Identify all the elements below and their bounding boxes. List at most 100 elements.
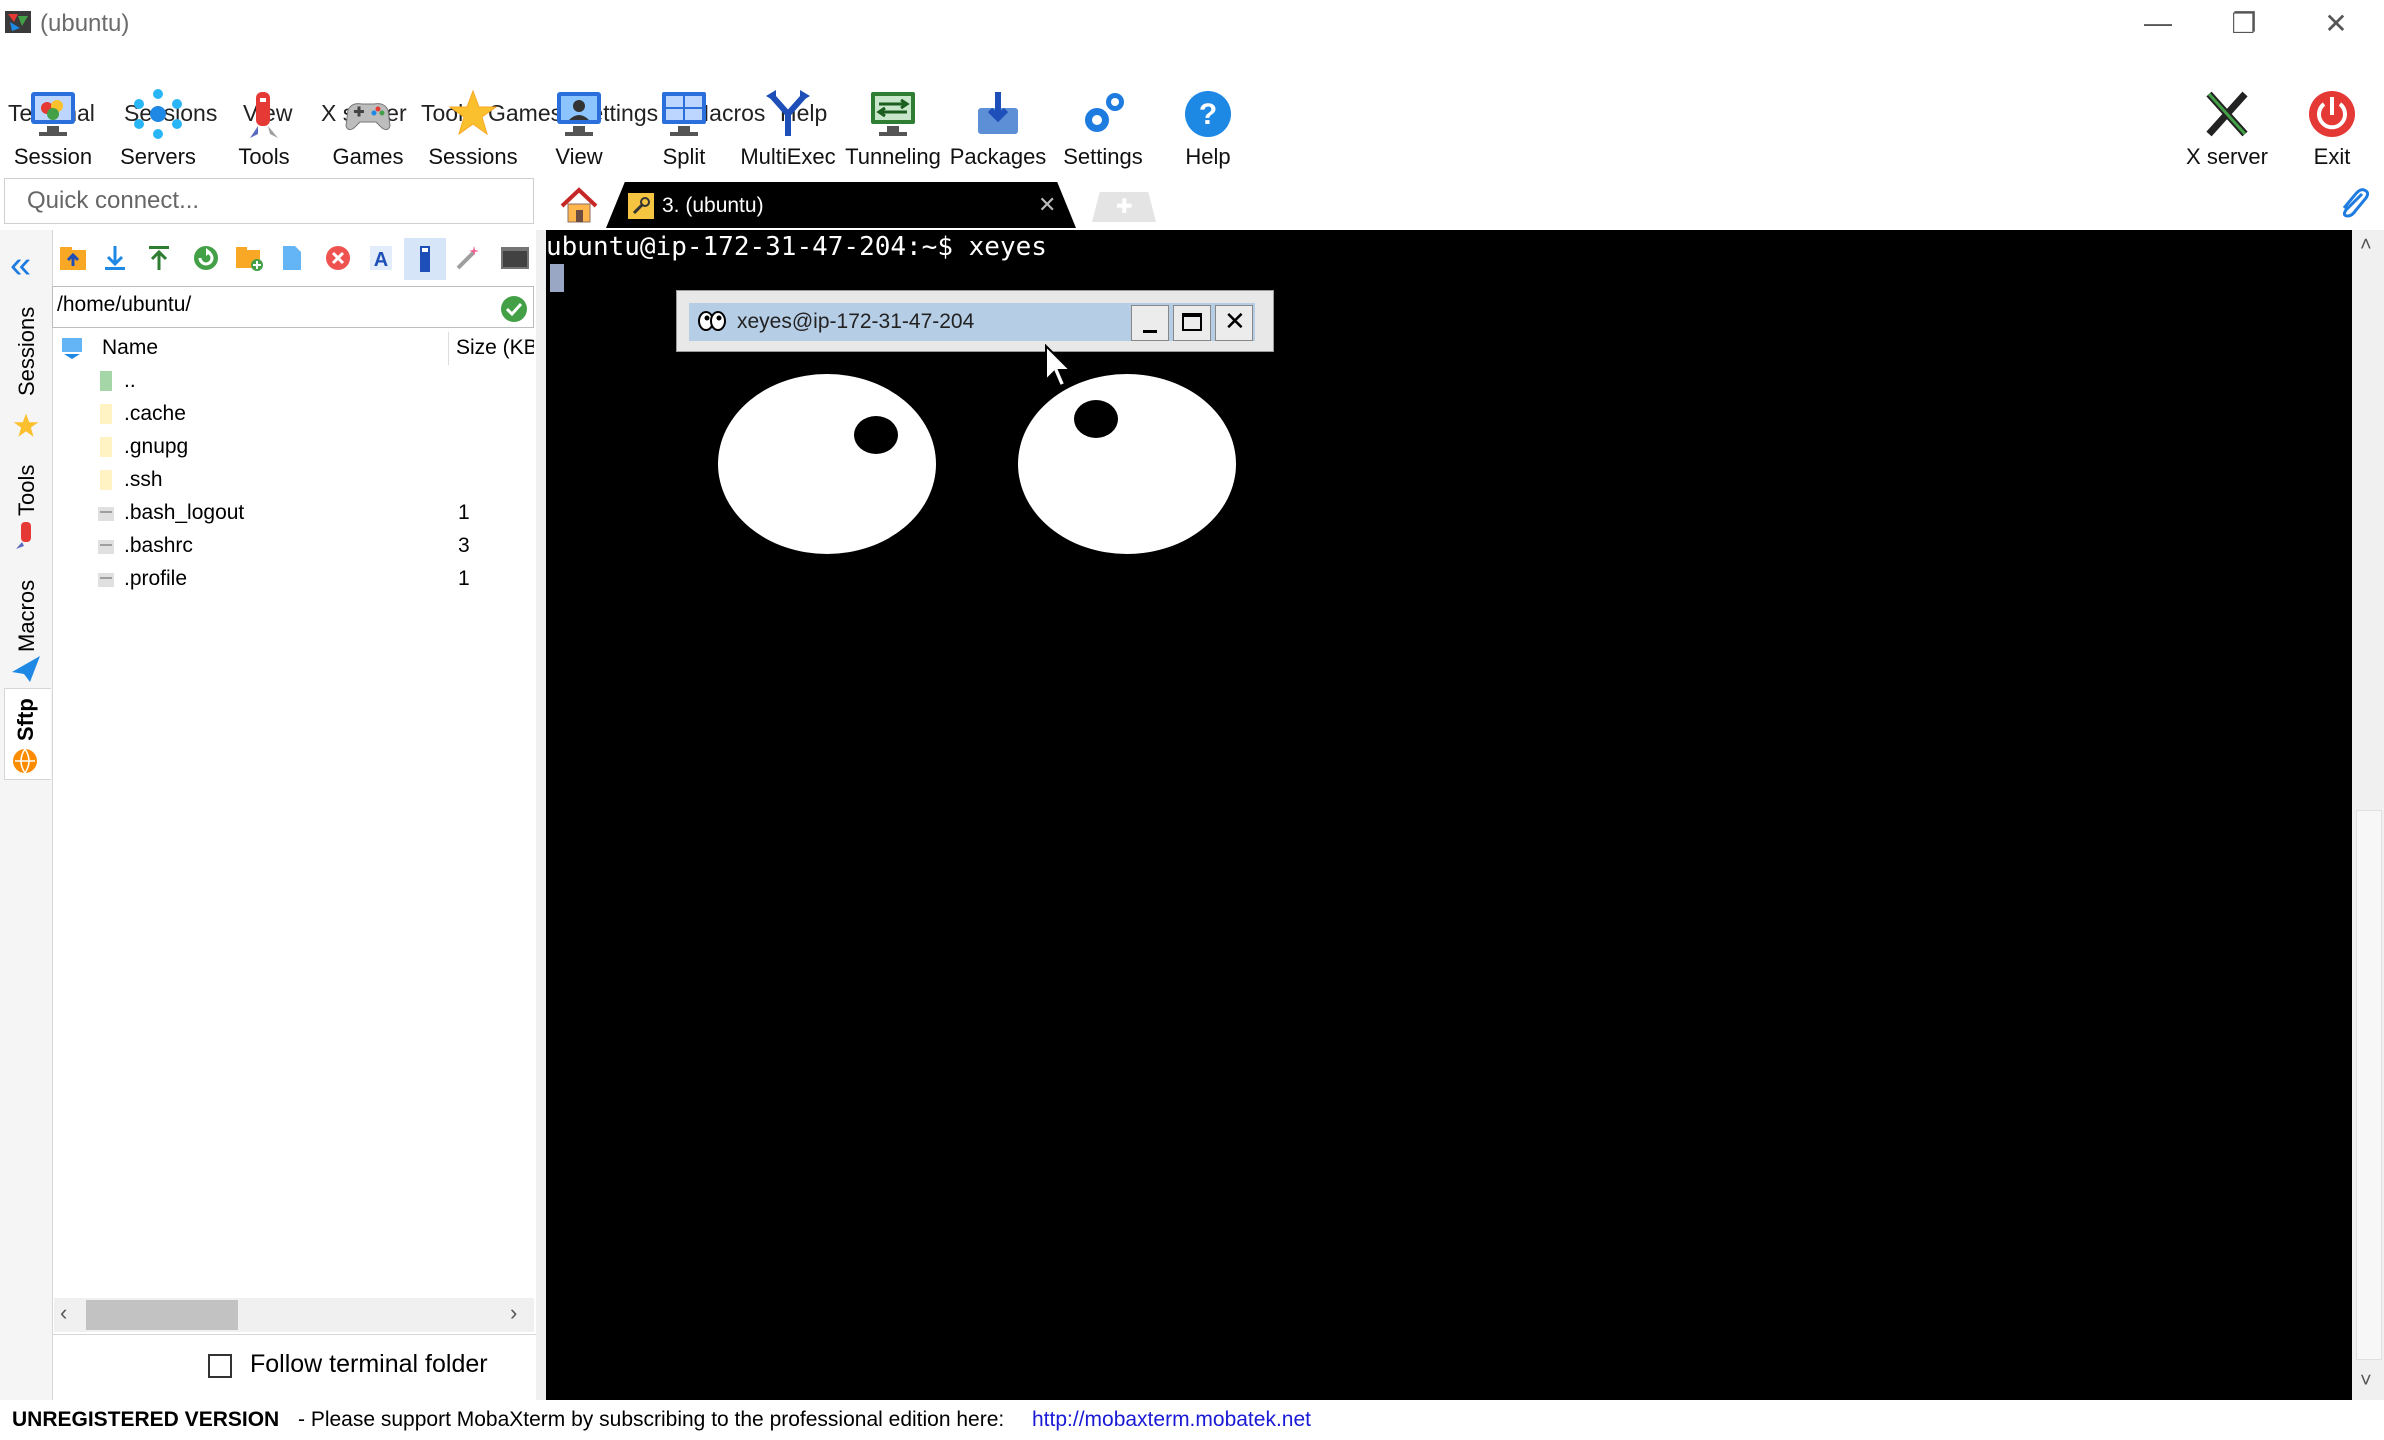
toolbar-multiexec-label: MultiExec bbox=[740, 144, 836, 169]
file-row[interactable]: .bash_logout 1 bbox=[52, 497, 534, 530]
xeyes-window[interactable]: xeyes@ip-172-31-47-204 ✕ bbox=[676, 290, 1274, 352]
refresh-icon[interactable] bbox=[192, 244, 220, 272]
magic-wand-icon[interactable] bbox=[454, 244, 482, 272]
macros-paper-plane-icon bbox=[12, 656, 40, 682]
toolbar-tools-button[interactable]: Tools bbox=[212, 88, 316, 174]
tab-close-icon[interactable]: ✕ bbox=[1038, 192, 1056, 218]
quick-connect-input[interactable]: Quick connect... bbox=[4, 178, 534, 224]
file-row[interactable]: .cache bbox=[52, 398, 534, 431]
wrench-icon bbox=[628, 193, 654, 219]
terminal-icon[interactable] bbox=[500, 246, 530, 270]
toolbar-tools-label: Tools bbox=[238, 144, 290, 169]
toolbar-multiexec-button[interactable]: MultiExec bbox=[736, 88, 840, 174]
restore-button[interactable]: ❐ bbox=[2198, 0, 2290, 46]
file-row[interactable]: .profile 1 bbox=[52, 563, 534, 596]
mobatek-link[interactable]: http://mobaxterm.mobatek.net bbox=[1032, 1408, 1311, 1432]
toolbar-x-server-button[interactable]: X server bbox=[2175, 88, 2279, 174]
file-row[interactable]: .. bbox=[52, 365, 534, 398]
file-size: 3 bbox=[458, 534, 470, 557]
toolbar-tunneling-button[interactable]: Tunneling bbox=[841, 88, 945, 174]
toolbar-games-button[interactable]: Games bbox=[316, 88, 420, 174]
svg-text:A: A bbox=[374, 249, 388, 271]
new-folder-icon[interactable] bbox=[234, 244, 264, 272]
panel-splitter[interactable] bbox=[536, 230, 546, 1400]
terminal-cursor bbox=[550, 264, 564, 292]
power-icon bbox=[2309, 91, 2355, 137]
file-row[interactable]: .gnupg bbox=[52, 431, 534, 464]
toolbar-games-label: Games bbox=[332, 144, 404, 169]
help-icon: ? bbox=[1185, 91, 1231, 137]
xeyes-maximize-button[interactable] bbox=[1173, 305, 1211, 341]
path-ok-icon[interactable] bbox=[500, 295, 528, 323]
folder-icon bbox=[100, 404, 112, 424]
toolbar-tunneling-label: Tunneling bbox=[845, 144, 941, 169]
download-icon[interactable] bbox=[102, 244, 128, 272]
toolbar-help-button[interactable]: ? Help bbox=[1156, 88, 1260, 174]
file-name: .. bbox=[124, 369, 136, 392]
status-bar: UNREGISTERED VERSION - Please support Mo… bbox=[0, 1400, 2384, 1440]
file-icon bbox=[98, 540, 114, 554]
xeyes-left-pupil bbox=[854, 416, 898, 454]
scrollbar-thumb[interactable] bbox=[86, 1300, 238, 1330]
scroll-right-icon[interactable]: › bbox=[510, 1300, 517, 1326]
file-row[interactable]: .bashrc 3 bbox=[52, 530, 534, 563]
terminal-area[interactable]: ubuntu@ip-172-31-47-204:~$ xeyes xeyes@i… bbox=[546, 230, 2352, 1400]
games-icon bbox=[345, 103, 391, 131]
scroll-up-icon[interactable]: ˄ bbox=[2360, 234, 2372, 257]
scroll-down-icon[interactable]: ˅ bbox=[2360, 1370, 2372, 1393]
close-button[interactable]: ✕ bbox=[2290, 0, 2382, 46]
home-tab-icon[interactable] bbox=[556, 184, 602, 226]
xeyes-title: xeyes@ip-172-31-47-204 bbox=[737, 310, 975, 333]
toolbar-settings-button[interactable]: Settings bbox=[1051, 88, 1155, 174]
scrollbar-thumb[interactable] bbox=[2356, 810, 2382, 1360]
toolbar-sessions-label: Sessions bbox=[428, 144, 518, 169]
xeyes-titlebar[interactable]: xeyes@ip-172-31-47-204 ✕ bbox=[689, 303, 1255, 341]
rename-icon[interactable]: A bbox=[368, 244, 394, 272]
column-size-header[interactable]: Size (KB) bbox=[456, 336, 534, 360]
toolbar-view-button[interactable]: View bbox=[527, 88, 631, 174]
collapse-panel-icon[interactable]: « bbox=[10, 246, 31, 284]
toolbar-split-button[interactable]: Split bbox=[632, 88, 736, 174]
follow-folder-checkbox[interactable] bbox=[208, 1354, 232, 1378]
properties-button[interactable] bbox=[404, 238, 446, 280]
toolbar-session-button[interactable]: Session bbox=[1, 88, 105, 174]
parent-folder-icon[interactable] bbox=[58, 244, 88, 272]
side-tab-tools[interactable]: Tools bbox=[4, 450, 50, 520]
toolbar-packages-button[interactable]: Packages bbox=[946, 88, 1050, 174]
svg-text:?: ? bbox=[1199, 98, 1217, 131]
sftp-globe-icon bbox=[13, 748, 37, 775]
upload-icon[interactable] bbox=[146, 244, 172, 272]
unregistered-label: UNREGISTERED VERSION bbox=[12, 1408, 280, 1431]
xeyes-minimize-button[interactable] bbox=[1131, 305, 1169, 341]
side-tab-sessions[interactable]: Sessions bbox=[4, 307, 50, 400]
side-tab-sftp[interactable]: Sftp bbox=[4, 688, 51, 780]
column-name-header[interactable]: Name bbox=[102, 336, 158, 360]
session-icon bbox=[31, 92, 75, 136]
folder-icon bbox=[100, 470, 112, 490]
side-tab-macros[interactable]: Macros bbox=[4, 568, 50, 656]
packages-icon bbox=[978, 92, 1018, 134]
divider bbox=[52, 1334, 536, 1335]
scroll-left-icon[interactable]: ‹ bbox=[60, 1300, 67, 1326]
file-name: .profile bbox=[124, 567, 188, 590]
gears-icon bbox=[1085, 93, 1124, 132]
new-file-icon[interactable] bbox=[280, 244, 304, 272]
tunneling-icon bbox=[871, 92, 915, 136]
horizontal-scrollbar[interactable]: ‹ › bbox=[54, 1298, 534, 1332]
xeyes-close-button[interactable]: ✕ bbox=[1215, 305, 1253, 341]
toolbar-servers-button[interactable]: Servers bbox=[106, 88, 210, 174]
plus-icon: ✚ bbox=[1116, 196, 1133, 218]
new-tab-button[interactable]: ✚ bbox=[1092, 192, 1156, 222]
folder-icon bbox=[100, 437, 112, 457]
toolbar-exit-button[interactable]: Exit bbox=[2280, 88, 2384, 174]
tab-ubuntu-session[interactable]: 3. (ubuntu) ✕ bbox=[606, 182, 1076, 228]
sftp-path-input[interactable]: /home/ubuntu/ bbox=[52, 286, 534, 328]
delete-icon[interactable] bbox=[324, 244, 352, 272]
column-divider bbox=[448, 332, 449, 365]
minimize-button[interactable]: — bbox=[2112, 0, 2204, 46]
terminal-vertical-scrollbar[interactable]: ˄ ˅ bbox=[2352, 230, 2384, 1400]
xeyes-right-eye bbox=[1018, 374, 1236, 554]
file-row[interactable]: .ssh bbox=[52, 464, 534, 497]
paperclip-icon[interactable] bbox=[2336, 186, 2372, 222]
toolbar-sessions-button[interactable]: Sessions bbox=[421, 88, 525, 174]
